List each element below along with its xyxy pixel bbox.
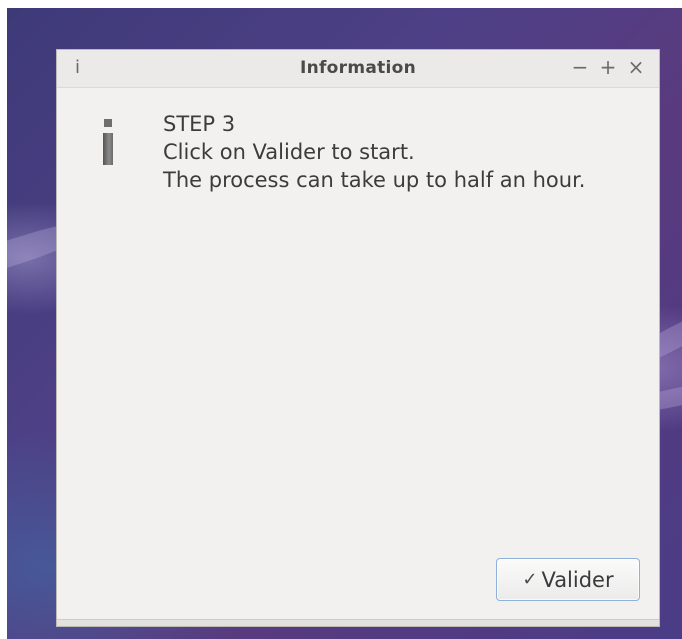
maximize-button[interactable]: + bbox=[599, 56, 617, 78]
close-button[interactable]: × bbox=[627, 56, 645, 78]
valider-button[interactable]: ✓ Valider bbox=[496, 558, 640, 601]
window-controls: − + × bbox=[571, 56, 645, 78]
window-bottom-edge bbox=[57, 619, 659, 626]
window-title: Information bbox=[299, 58, 417, 78]
checkmark-icon: ✓ bbox=[522, 569, 538, 590]
message-line-duration: The process can take up to half an hour. bbox=[163, 168, 586, 192]
information-dialog: i Information − + × STEP 3 Click on Vali… bbox=[56, 49, 660, 627]
dialog-message: STEP 3 Click on Valider to start. The pr… bbox=[163, 110, 585, 194]
minimize-button[interactable]: − bbox=[571, 56, 589, 78]
message-line-instruction: Click on Valider to start. bbox=[163, 140, 415, 164]
valider-button-label: Valider bbox=[541, 567, 614, 592]
desktop-background: i Information − + × STEP 3 Click on Vali… bbox=[7, 8, 682, 639]
window-titlebar[interactable]: i Information − + × bbox=[57, 50, 659, 88]
information-icon bbox=[103, 119, 115, 165]
message-line-step: STEP 3 bbox=[163, 112, 236, 136]
info-icon-dot bbox=[104, 119, 112, 127]
info-icon-stem bbox=[103, 133, 113, 165]
